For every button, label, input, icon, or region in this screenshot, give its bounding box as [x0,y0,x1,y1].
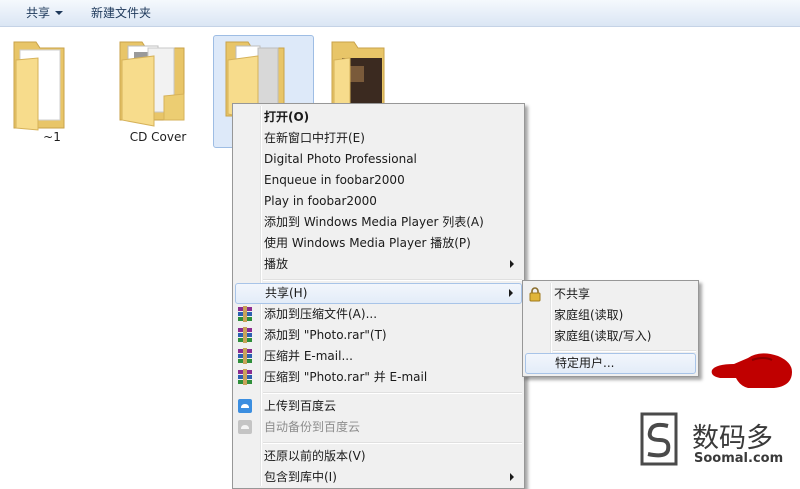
baidu-cloud-icon [238,399,252,413]
menu-item-digital-photo-professional[interactable]: Digital Photo Professional [235,149,522,170]
menu-item-share[interactable]: 共享(H) [235,283,522,304]
folder-label: CD Cover [129,130,187,144]
menu-item-compress-email-label: 压缩并 E-mail... [264,349,353,363]
menu-item-upload-baidu[interactable]: 上传到百度云 [235,396,522,417]
menu-separator [263,279,522,281]
share-submenu: 不共享 家庭组(读取) 家庭组(读取/写入) 特定用户... [522,280,699,377]
winrar-icon [238,306,252,322]
menu-item-add-archive-label: 添加到压缩文件(A)... [264,307,378,321]
chevron-right-icon [509,289,513,297]
menu-item-restore-versions[interactable]: 还原以前的版本(V) [235,446,522,467]
submenu-item-homegroup-read[interactable]: 家庭组(读取) [525,305,696,326]
winrar-icon [238,369,252,385]
menu-item-enqueue-foobar[interactable]: Enqueue in foobar2000 [235,170,522,191]
menu-item-include-library-label: 包含到库中(I) [264,470,337,484]
menu-item-open[interactable]: 打开(O) [235,107,522,128]
lock-icon [529,287,541,302]
menu-item-add-photo-rar[interactable]: 添加到 "Photo.rar"(T) [235,325,522,346]
command-bar: 共享 新建文件夹 [0,0,800,27]
menu-separator [553,350,696,352]
menu-item-auto-backup-baidu[interactable]: 自动备份到百度云 [235,417,522,438]
menu-item-compress-email[interactable]: 压缩并 E-mail... [235,346,522,367]
winrar-icon [238,327,252,343]
chevron-right-icon [510,260,514,268]
menu-item-add-wmp-list[interactable]: 添加到 Windows Media Player 列表(A) [235,212,522,233]
submenu-item-specific-people[interactable]: 特定用户... [525,353,696,374]
new-folder-button[interactable]: 新建文件夹 [91,5,151,22]
submenu-item-homegroup-read-write[interactable]: 家庭组(读取/写入) [525,326,696,347]
chevron-down-icon [55,11,64,15]
soomal-logo-icon [640,412,678,466]
menu-separator [263,392,522,394]
menu-item-open-new-window[interactable]: 在新窗口中打开(E) [235,128,522,149]
context-menu: 打开(O) 在新窗口中打开(E) Digital Photo Professio… [232,103,525,489]
winrar-icon [238,348,252,364]
menu-item-play-wmp[interactable]: 使用 Windows Media Player 播放(P) [235,233,522,254]
menu-item-upload-baidu-label: 上传到百度云 [264,399,337,413]
pointing-hand-icon [711,353,792,388]
menu-item-add-archive[interactable]: 添加到压缩文件(A)... [235,304,522,325]
submenu-item-no-share[interactable]: 不共享 [525,284,696,305]
watermark-brand: 数码多 [692,423,773,454]
menu-separator [263,442,522,444]
chevron-right-icon [510,473,514,481]
folder-icon [119,41,185,127]
baidu-cloud-icon [238,420,252,434]
watermark-site: Soomal.com [694,451,784,466]
menu-item-play[interactable]: 播放 [235,254,522,275]
menu-item-auto-backup-baidu-label: 自动备份到百度云 [264,420,361,434]
menu-item-play-foobar[interactable]: Play in foobar2000 [235,191,522,212]
folder-label: ~1 [43,130,61,144]
menu-item-share-label: 共享(H) [265,286,308,300]
folder-item[interactable]: CD Cover [108,36,208,148]
submenu-item-no-share-label: 不共享 [554,287,591,301]
menu-item-add-photo-rar-label: 添加到 "Photo.rar"(T) [264,328,387,342]
folder-icon [13,41,65,131]
share-menu-button[interactable]: 共享 [26,5,64,22]
folder-item[interactable]: ~1 [2,36,102,148]
menu-item-play-label: 播放 [264,257,289,271]
menu-item-compress-photo-rar-email-label: 压缩到 "Photo.rar" 并 E-mail [264,370,428,384]
menu-item-include-library[interactable]: 包含到库中(I) [235,467,522,488]
share-menu-label: 共享 [26,6,51,20]
menu-item-compress-photo-rar-email[interactable]: 压缩到 "Photo.rar" 并 E-mail [235,367,522,388]
